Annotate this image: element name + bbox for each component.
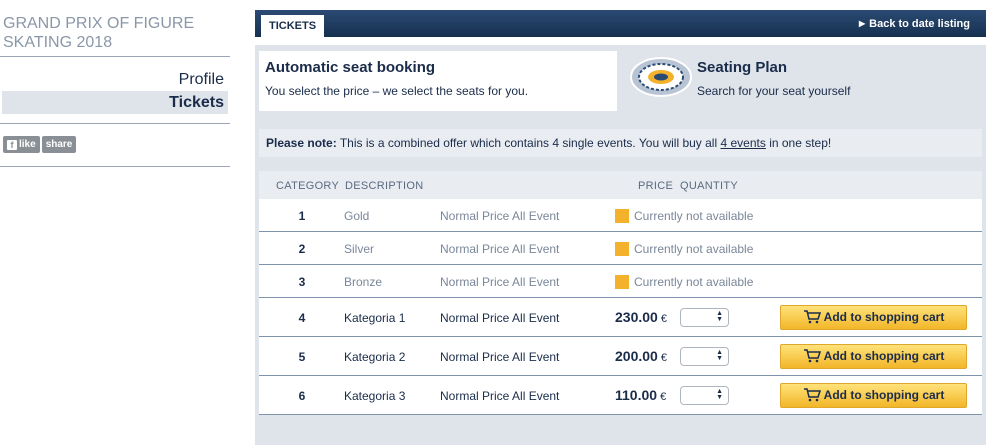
social-buttons: f like share [0, 124, 230, 167]
price-value: 230.00 [615, 309, 658, 325]
add-to-cart-button[interactable]: Add to shopping cart [780, 383, 967, 408]
row-category: 5 [298, 350, 306, 364]
stepper-arrows-icon: ▲ ▼ [716, 349, 723, 362]
add-to-cart-button[interactable]: Add to shopping cart [780, 305, 967, 330]
currency: € [660, 313, 667, 325]
like-label: like [19, 139, 36, 150]
stadium-icon [630, 57, 692, 97]
row-description: Kategoria 3 [344, 389, 406, 403]
seating-plan-subtitle: Search for your seat yourself [697, 84, 851, 98]
facebook-icon: f [7, 140, 17, 150]
back-to-date-listing-link[interactable]: ▶ Back to date listing [859, 10, 970, 38]
nav-item-tickets[interactable]: Tickets [2, 91, 228, 114]
row-description: Kategoria 2 [344, 350, 406, 364]
like-button[interactable]: f like [3, 136, 40, 153]
quantity-select[interactable]: ▲ ▼ [680, 308, 729, 327]
note-text-after: in one step! [765, 136, 832, 150]
header-price: PRICE [638, 180, 674, 192]
row-category: 1 [298, 209, 306, 223]
row-description: Bronze [344, 275, 383, 289]
quantity-select[interactable]: ▲ ▼ [680, 347, 729, 366]
row-status: Currently not available [634, 209, 754, 223]
table-row: 6 Kategoria 3 Normal Price All Event 110… [259, 376, 982, 415]
price-value: 110.00 [615, 387, 658, 403]
table-header: CATEGORY DESCRIPTION PRICE QUANTITY [259, 171, 982, 199]
row-price-type: Normal Price All Event [440, 311, 560, 325]
row-price-type: Normal Price All Event [440, 275, 560, 289]
header-category: CATEGORY [276, 180, 340, 192]
row-category: 3 [298, 275, 306, 289]
table-row: 3 Bronze Normal Price All Event Currentl… [259, 265, 982, 298]
combined-offer-note: Please note: This is a combined offer wh… [259, 129, 982, 157]
arrow-right-icon: ▶ [858, 19, 866, 28]
tickets-panel: Automatic seat booking You select the pr… [255, 45, 986, 445]
top-bar: TICKETS ▶ Back to date listing [255, 10, 986, 37]
price-table: CATEGORY DESCRIPTION PRICE QUANTITY 1 Go… [259, 171, 982, 415]
back-link-label: Back to date listing [869, 18, 970, 30]
event-title: GRAND PRIX OF FIGURE SKATING 2018 [0, 0, 230, 57]
tab-tickets[interactable]: TICKETS [261, 15, 325, 37]
row-price: 230.00 € [615, 309, 667, 325]
row-description: Kategoria 1 [344, 311, 406, 325]
note-text-before: This is a combined offer which contains … [336, 136, 721, 150]
cart-button-label: Add to shopping cart [823, 349, 945, 363]
unavailable-square-icon [615, 242, 629, 256]
table-row: 4 Kategoria 1 Normal Price All Event 230… [259, 298, 982, 337]
main-content: TICKETS ▶ Back to date listing Automatic … [255, 10, 986, 445]
add-to-cart-button[interactable]: Add to shopping cart [780, 344, 967, 369]
row-price-type: Normal Price All Event [440, 209, 560, 223]
sidebar: GRAND PRIX OF FIGURE SKATING 2018 Profil… [0, 0, 230, 167]
row-category: 2 [298, 242, 306, 256]
seating-plan-title: Seating Plan [697, 59, 788, 76]
shopping-cart-icon [803, 388, 821, 402]
row-description: Gold [344, 209, 370, 223]
stepper-arrows-icon: ▲ ▼ [716, 310, 723, 323]
seating-plan-option[interactable]: Seating Plan Search for your seat yourse… [623, 51, 983, 111]
table-row: 2 Silver Normal Price All Event Currentl… [259, 232, 982, 265]
shopping-cart-icon [803, 349, 821, 363]
automatic-seat-booking-option[interactable]: Automatic seat booking You select the pr… [259, 51, 617, 111]
row-price-type: Normal Price All Event [440, 389, 560, 403]
auto-booking-subtitle: You select the price – we select the sea… [265, 84, 529, 98]
row-price-type: Normal Price All Event [440, 350, 560, 364]
row-price: 110.00 € [615, 387, 666, 403]
row-status: Currently not available [634, 275, 754, 289]
table-row: 1 Gold Normal Price All Event Currently … [259, 199, 982, 232]
row-category: 4 [298, 311, 306, 325]
stepper-arrows-icon: ▲ ▼ [716, 388, 723, 401]
row-price-type: Normal Price All Event [440, 242, 560, 256]
table-row: 5 Kategoria 2 Normal Price All Event 200… [259, 337, 982, 376]
currency: € [660, 391, 667, 403]
header-quantity: QUANTITY [680, 180, 739, 192]
sidebar-nav: Profile Tickets [0, 57, 230, 114]
row-description: Silver [344, 242, 375, 256]
row-price: 200.00 € [615, 348, 667, 364]
unavailable-square-icon [615, 275, 629, 289]
price-value: 200.00 [615, 348, 658, 364]
auto-booking-title: Automatic seat booking [265, 59, 436, 76]
quantity-select[interactable]: ▲ ▼ [680, 386, 729, 405]
cart-button-label: Add to shopping cart [823, 310, 945, 324]
booking-mode-selector: Automatic seat booking You select the pr… [259, 51, 982, 111]
row-category: 6 [298, 389, 306, 403]
note-lead: Please note: [266, 136, 337, 150]
share-button[interactable]: share [41, 136, 77, 153]
nav-item-profile[interactable]: Profile [2, 68, 228, 91]
unavailable-square-icon [615, 209, 629, 223]
events-link[interactable]: 4 events [720, 136, 765, 150]
shopping-cart-icon [803, 310, 821, 324]
cart-button-label: Add to shopping cart [823, 388, 945, 402]
row-status: Currently not available [634, 242, 754, 256]
currency: € [660, 352, 667, 364]
header-description: DESCRIPTION [345, 180, 424, 192]
